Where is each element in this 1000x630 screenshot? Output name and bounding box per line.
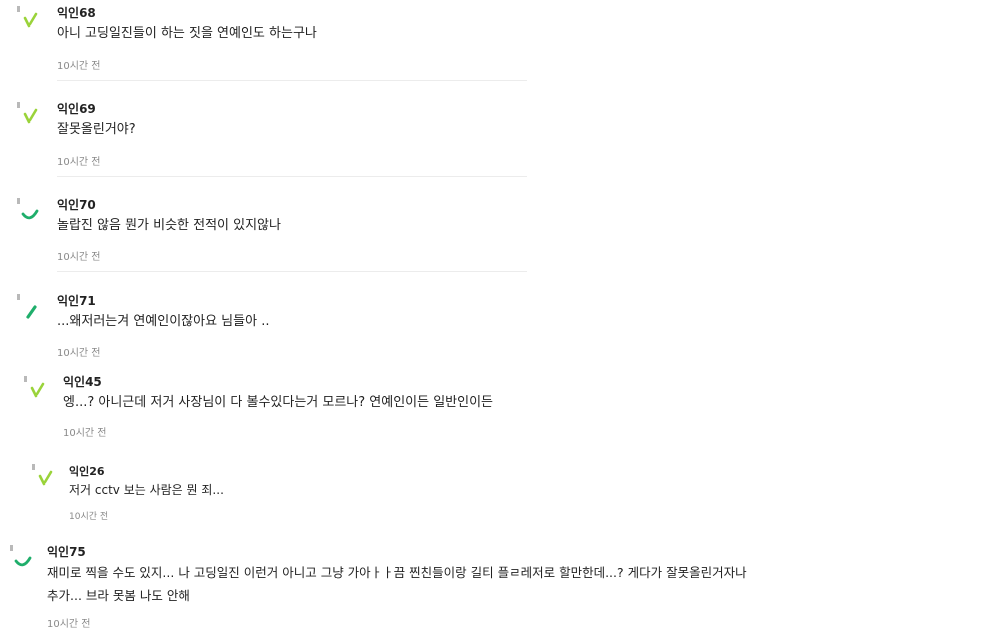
comment-timestamp: 10시간 전 [63,428,107,439]
comment-timestamp: 10시간 전 [57,157,101,168]
reply-item: 익인45 엥...? 아니근데 저거 사장님이 다 볼수있다는거 모르나? 연예… [0,372,560,444]
sprout-icon[interactable] [16,102,40,130]
comment-author[interactable]: 익인68 [57,4,96,21]
comment-item: 익인75 재미로 찍을 수도 있지... 나 고딩일진 이런거 아니고 그냥 가… [0,540,780,630]
comment-divider [57,80,527,81]
comment-divider [57,271,527,272]
sprout-icon[interactable] [23,376,47,404]
comment-author[interactable]: 익인69 [57,100,96,117]
comment-author[interactable]: 익인45 [63,373,102,390]
comment-text: 잘못올린거야? [57,122,136,137]
comment-author[interactable]: 익인75 [47,543,86,560]
comment-timestamp: 10시간 전 [57,348,101,359]
comment-text-line: 추가... 브라 못봄 나도 안해 [47,588,190,603]
comment-text: 저거 cctv 보는 사람은 뭔 죄... [69,483,224,497]
comment-divider [57,176,527,177]
comment-author[interactable]: 익인71 [57,292,96,309]
comment-item: 익인68 아니 고딩일진들이 하는 짓을 연예인도 하는구나 10시간 전 [0,0,540,82]
comment-item: 익인69 잘못올린거야? 10시간 전 [0,96,540,178]
smile-icon[interactable] [16,198,40,226]
leaf-icon[interactable] [16,294,40,322]
comment-text: 엥...? 아니근데 저거 사장님이 다 볼수있다는거 모르나? 연예인이든 일… [63,395,494,410]
comment-timestamp: 10시간 전 [57,252,101,263]
comment-item: 익인71 ...왜저러는겨 연예인이잖아요 님들아 .. 10시간 전 [0,288,540,360]
comment-text: 아니 고딩일진들이 하는 짓을 연예인도 하는구나 [57,26,317,41]
comment-author[interactable]: 익인26 [69,463,105,479]
sprout-icon[interactable] [16,6,40,34]
smile-icon[interactable] [9,545,33,573]
comment-author[interactable]: 익인70 [57,196,96,213]
comment-text-line: 재미로 찍을 수도 있지... 나 고딩일진 이런거 아니고 그냥 가아ㅏㅏ끔 … [47,565,747,580]
comment-text: 놀랍진 않음 뭔가 비슷한 전적이 있지않나 [57,218,281,233]
comment-text: ...왜저러는겨 연예인이잖아요 님들아 .. [57,314,270,329]
comment-timestamp: 10시간 전 [57,61,101,72]
sprout-icon[interactable] [31,464,55,492]
comment-timestamp: 10시간 전 [69,512,109,522]
comment-item: 익인70 놀랍진 않음 뭔가 비슷한 전적이 있지않나 10시간 전 [0,192,540,274]
reply-item: 익인26 저거 cctv 보는 사람은 뭔 죄... 10시간 전 [0,460,540,526]
